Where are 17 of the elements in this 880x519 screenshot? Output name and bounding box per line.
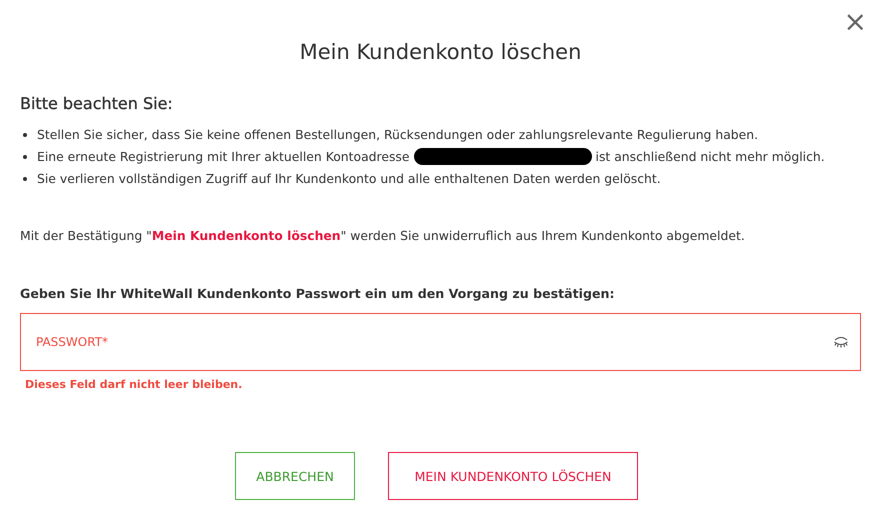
bullet-icon [23, 132, 27, 136]
eye-closed-icon[interactable] [833, 336, 849, 348]
confirmation-text: Mit der Bestätigung "Mein Kundenkonto löschen" werden Sie unwiderruflich aus Ihrem Kundenkonto abgemeldet. [20, 228, 746, 243]
bullet-text: Eine erneute Registrierung mit Ihrer aktuellen Kontoadresse [37, 149, 410, 164]
close-button[interactable]: × [840, 8, 871, 36]
cancel-button[interactable]: ABBRECHEN [235, 452, 355, 500]
bullet-text: Sie verlieren vollständigen Zugriff auf Ihr Kundenkonto und alle enthaltenen Daten werden gelöscht. [37, 171, 661, 186]
delete-button[interactable]: MEIN KUNDENKONTO LÖSCHEN [388, 452, 638, 500]
notice-heading: Bitte beachten Sie: [20, 94, 174, 113]
bullet-text: Stellen Sie sicher, dass Sie keine offenen Bestellungen, Rücksendungen oder zahlungsrelevante Regulierung haben. [37, 127, 758, 142]
bullet-icon [23, 176, 27, 180]
dialog-title: Mein Kundenkonto löschen [300, 40, 582, 64]
bullet-icon [23, 154, 27, 158]
password-field[interactable]: PASSWORT* [20, 313, 861, 371]
error-message: Dieses Feld darf nicht leer bleiben. [25, 378, 244, 391]
bullet-text: ist anschließend nicht mehr möglich. [596, 149, 825, 164]
password-label: Geben Sie Ihr WhiteWall Kundenkonto Passwort ein um den Vorgang zu bestätigen: [20, 286, 616, 301]
